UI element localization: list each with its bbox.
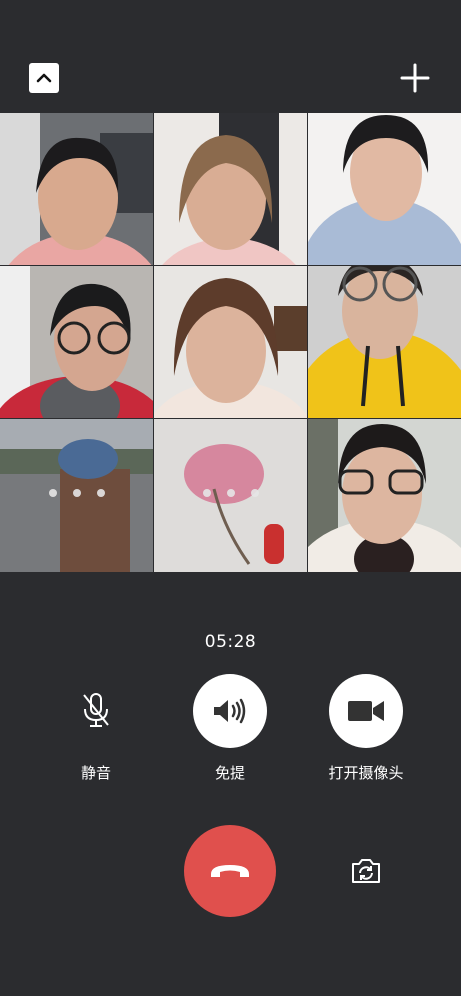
participant-video — [154, 113, 307, 265]
minimize-button[interactable] — [29, 63, 59, 93]
participant-tile-connecting[interactable] — [154, 419, 307, 572]
connecting-indicator — [48, 489, 105, 497]
participant-tile[interactable] — [154, 266, 307, 418]
mute-label: 静音 — [80, 764, 111, 782]
camera-switch-icon — [352, 859, 380, 883]
participant-tile[interactable] — [308, 113, 461, 265]
add-participant-button[interactable] — [399, 62, 431, 94]
camera-button[interactable]: 打开摄像头 — [306, 674, 426, 783]
speaker-circle — [193, 674, 267, 748]
plus-icon — [400, 63, 430, 93]
phone-hangup-icon — [211, 865, 249, 877]
participant-tile[interactable] — [154, 113, 307, 265]
participant-video — [0, 266, 153, 418]
participant-video — [154, 266, 307, 418]
participant-video — [308, 266, 461, 418]
participant-tile-connecting[interactable] — [0, 419, 153, 572]
switch-camera-button[interactable] — [346, 853, 386, 889]
mute-button[interactable]: 静音 — [36, 674, 156, 783]
chevron-up-icon — [36, 73, 52, 83]
microphone-icon — [83, 693, 109, 727]
participant-tile[interactable] — [308, 266, 461, 418]
video-grid — [0, 113, 461, 572]
video-camera-icon — [348, 701, 384, 721]
participant-tile[interactable] — [0, 113, 153, 265]
speaker-button[interactable]: 免提 — [170, 674, 290, 783]
camera-circle — [329, 674, 403, 748]
participant-tile[interactable] — [0, 266, 153, 418]
participant-tile[interactable] — [308, 419, 461, 572]
speaker-icon — [214, 698, 246, 724]
speaker-label: 免提 — [214, 764, 245, 782]
mute-icon-wrap — [59, 674, 133, 748]
hangup-button[interactable] — [184, 825, 276, 917]
participant-video — [308, 113, 461, 265]
connecting-indicator — [202, 489, 259, 497]
participant-video — [308, 419, 461, 572]
camera-label: 打开摄像头 — [328, 764, 404, 782]
participant-video — [0, 113, 153, 265]
call-timer: 05:28 — [204, 632, 257, 652]
